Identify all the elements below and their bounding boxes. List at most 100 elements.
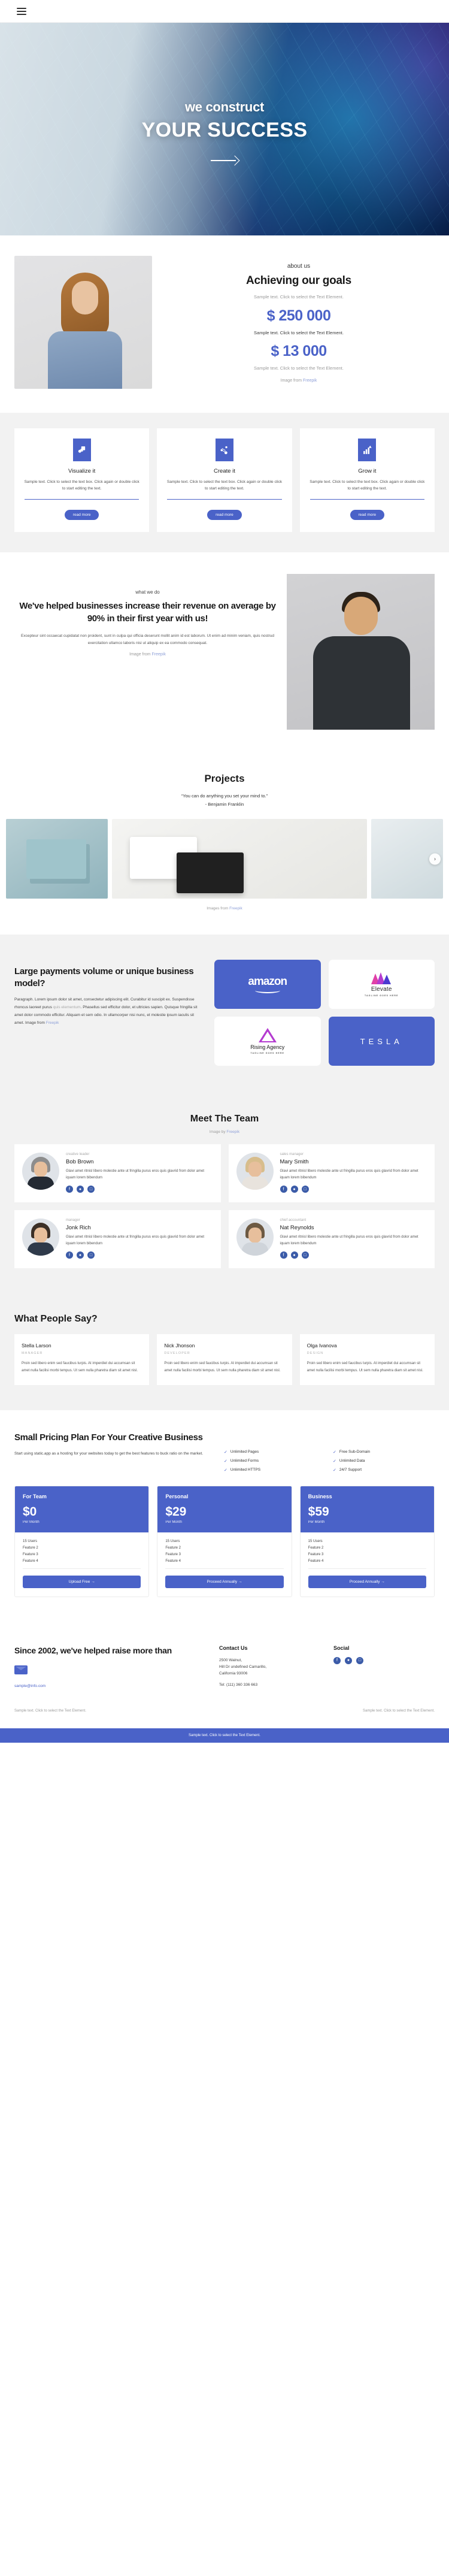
about-stat-1: $ 250 000 (266, 307, 331, 324)
project-slide[interactable] (6, 819, 108, 899)
instagram-icon[interactable]: □ (301, 1186, 309, 1193)
about-heading: Achieving our goals (246, 274, 351, 287)
plan-item: Feature 3 (23, 1552, 38, 1556)
freepik-link[interactable]: Freepik (152, 652, 166, 657)
pricing-feature: ✓ Unlimited HTTPS (224, 1468, 326, 1473)
plan-body: 15 Users Feature 2 Feature 3 Feature 4 U… (15, 1532, 148, 1597)
feature-label: Unlimited HTTPS (230, 1468, 261, 1473)
plan-item: 15 Users (308, 1539, 323, 1543)
logo-card-amazon[interactable]: amazon (214, 960, 321, 1009)
logo-card-elevate[interactable]: Elevate TAGLINE GOES HERE (328, 960, 435, 1009)
plan-cta-button[interactable]: Proceed Annually → (165, 1575, 284, 1588)
facebook-icon[interactable]: f (66, 1186, 73, 1193)
pricing-plan-card: For Team $0 Per Month 15 Users Feature 2… (14, 1485, 150, 1597)
about-section: about us Achieving our goals Sample text… (0, 235, 449, 413)
facebook-icon[interactable]: f (333, 1656, 341, 1664)
about-image-credit: Image from Freepik (163, 379, 435, 383)
instagram-icon[interactable]: □ (87, 1186, 95, 1193)
testimonial-text: Proin sed libero enim sed faucibus turpi… (164, 1362, 281, 1372)
what-we-do-paragraph: Excepteur sint occaecat cupidatat non pr… (21, 633, 274, 645)
twitter-icon[interactable]: ● (290, 1251, 298, 1259)
testimonial-text: Proin sed libero enim sed faucibus turpi… (22, 1362, 138, 1372)
plan-period: Per Month (165, 1520, 183, 1524)
projects-carousel[interactable]: › (0, 819, 449, 899)
chevron-right-icon[interactable]: › (429, 853, 441, 865)
instagram-icon[interactable]: □ (356, 1656, 363, 1664)
divider (23, 1568, 141, 1569)
plan-period: Per Month (308, 1520, 325, 1524)
pricing-section: Small Pricing Plan For Your Creative Bus… (0, 1410, 449, 1623)
arrow-right-icon[interactable] (210, 155, 238, 166)
pricing-feature: ✓ Free Sub-Domain (333, 1450, 435, 1455)
twitter-icon[interactable]: ● (77, 1251, 84, 1259)
plan-item: Feature 2 (165, 1546, 181, 1550)
freepik-link[interactable]: Freepik (46, 1021, 59, 1025)
member-socials: f ● □ (280, 1186, 427, 1193)
footer-socials: f ● □ (333, 1656, 435, 1664)
testimonial-name: Stella Larson (22, 1343, 51, 1349)
plan-item: Feature 3 (308, 1552, 324, 1556)
what-we-do-heading: We've helped businesses increase their r… (19, 601, 276, 624)
what-we-do-section: what we do We've helped businesses incre… (0, 552, 449, 754)
plan-cta-button[interactable]: Proceed Annually → (308, 1575, 426, 1588)
facebook-icon[interactable]: f (280, 1186, 287, 1193)
plan-cta-button[interactable]: Upload Free → (23, 1575, 141, 1588)
read-more-button[interactable]: read more (350, 510, 385, 521)
paragraph-muted: quis elementum (53, 1005, 81, 1009)
check-icon: ✓ (224, 1450, 227, 1455)
plan-item: Feature 4 (165, 1559, 181, 1563)
facebook-icon[interactable]: f (280, 1251, 287, 1259)
elevate-mark-icon (371, 972, 392, 984)
twitter-icon[interactable]: ● (345, 1656, 352, 1664)
member-name: Mary Smith (280, 1159, 309, 1166)
divider (165, 1568, 284, 1569)
hero-title: YOUR SUCCESS (141, 119, 308, 141)
footer-note-right: Sample text. Click to select the Text El… (363, 1709, 435, 1713)
team-section: Meet The Team Image by Freepik creative … (0, 1093, 449, 1293)
credit-prefix: Image from (280, 379, 303, 383)
twitter-icon[interactable]: ● (77, 1186, 84, 1193)
hero-banner: we construct YOUR SUCCESS (0, 23, 449, 235)
feature-label: Free Sub-Domain (339, 1450, 371, 1455)
credit-prefix: Image from (129, 652, 152, 657)
projects-section: Projects “You can do anything you set yo… (0, 754, 449, 935)
avatar (22, 1219, 59, 1256)
plan-header: For Team $0 Per Month (15, 1486, 149, 1532)
instagram-icon[interactable]: □ (301, 1251, 309, 1259)
freepik-link[interactable]: Freepik (226, 1130, 239, 1134)
pricing-feature: ✓ Unlimited Pages (224, 1450, 326, 1455)
feature-card: Visualize it Sample text. Click to selec… (14, 428, 150, 533)
logo-card-tesla[interactable]: TESLA (328, 1017, 435, 1066)
elevate-tagline: TAGLINE GOES HERE (364, 994, 399, 997)
logo-card-rising-agency[interactable]: Rising Agency TAGLINE GOES HERE (214, 1017, 321, 1066)
amazon-smile-icon (254, 988, 280, 993)
rising-agency-tagline: TAGLINE GOES HERE (250, 1052, 285, 1055)
check-icon: ✓ (333, 1459, 336, 1464)
footer-email-link[interactable]: sample@info.com (14, 1684, 45, 1688)
member-role: manager (66, 1219, 80, 1223)
feature-text: Sample text. Click to select the text bo… (310, 480, 425, 491)
avatar (22, 1153, 59, 1190)
testimonial-text: Proin sed libero enim sed faucibus turpi… (307, 1362, 423, 1372)
footer-address-line-1: 2500 Walnut, (219, 1658, 242, 1662)
about-photo (14, 256, 152, 389)
freepik-link[interactable]: Freepik (303, 379, 317, 383)
plan-name: Personal (165, 1493, 189, 1499)
feature-title: Create it (214, 468, 235, 474)
instagram-icon[interactable]: □ (87, 1251, 95, 1259)
layers-icon (72, 439, 91, 461)
page-root: we construct YOUR SUCCESS about us Achie… (0, 0, 449, 1743)
hamburger-menu-icon[interactable] (17, 7, 26, 15)
plan-item: Feature 4 (308, 1559, 324, 1563)
twitter-icon[interactable]: ● (290, 1186, 298, 1193)
read-more-button[interactable]: read more (64, 510, 99, 521)
facebook-icon[interactable]: f (66, 1251, 73, 1259)
read-more-button[interactable]: read more (207, 510, 242, 521)
divider (310, 499, 424, 500)
member-role: creative leader (66, 1153, 90, 1157)
avatar (236, 1153, 274, 1190)
pricing-plans: For Team $0 Per Month 15 Users Feature 2… (14, 1485, 435, 1597)
project-slide[interactable] (112, 819, 367, 899)
projects-credit: Images from Freepik (0, 906, 449, 911)
freepik-link[interactable]: Freepik (229, 906, 242, 911)
